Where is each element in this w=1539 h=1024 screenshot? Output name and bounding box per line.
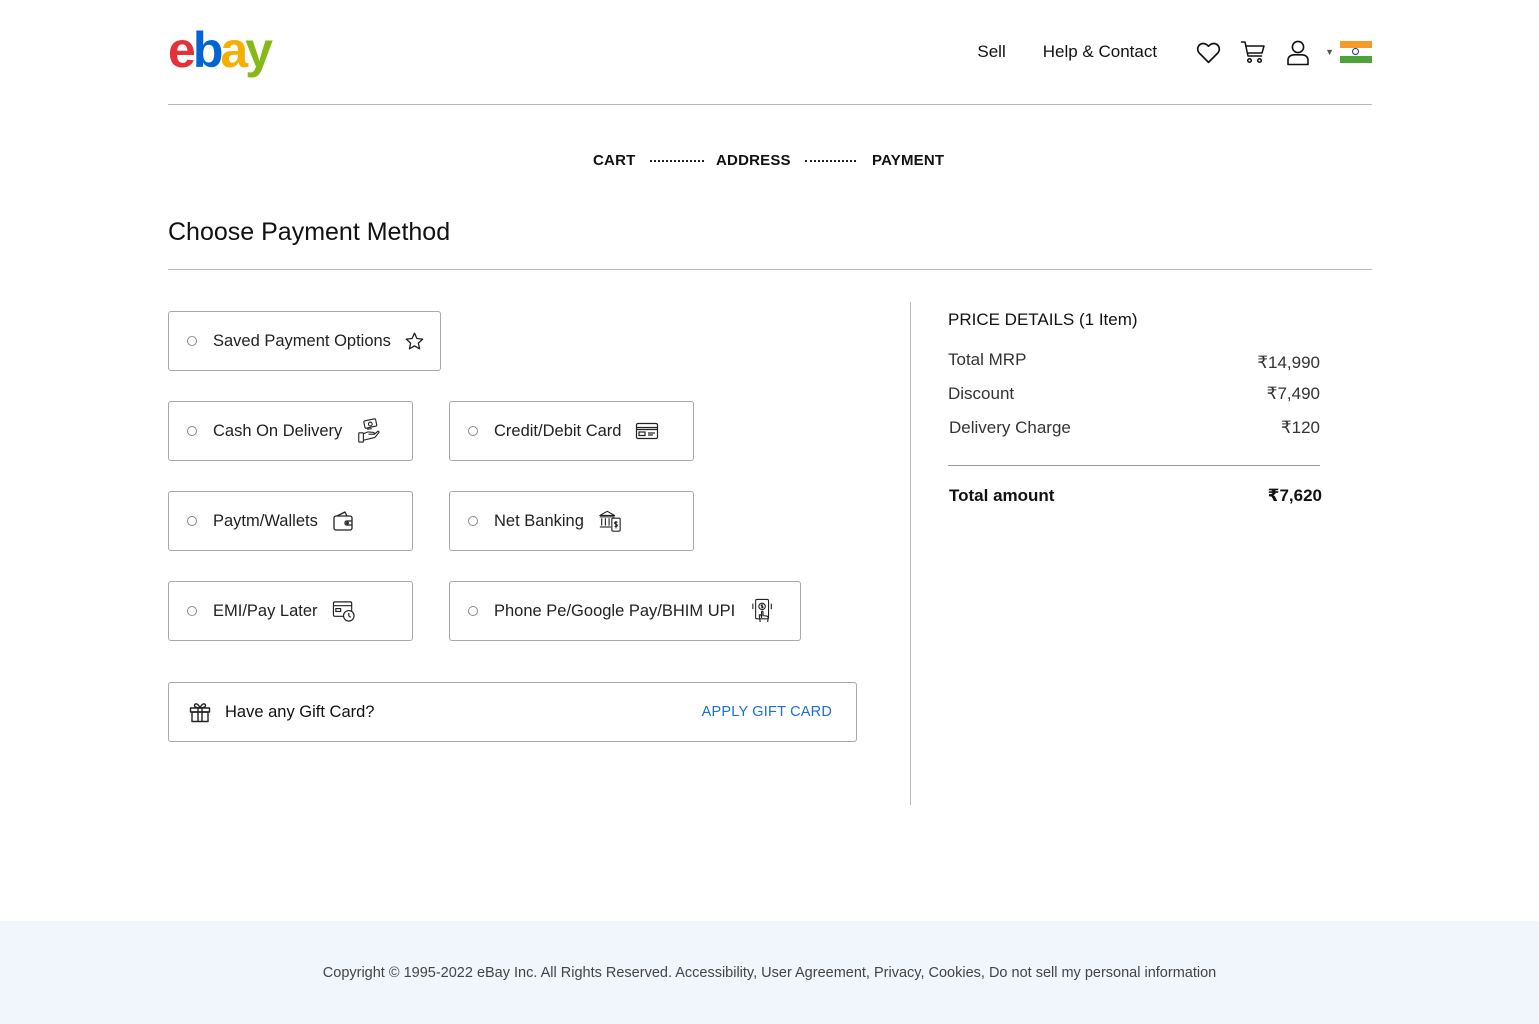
option-net-banking[interactable]: Net Banking — [449, 491, 694, 551]
step-connector — [805, 160, 856, 162]
option-label: Phone Pe/Google Pay/BHIM UPI — [494, 601, 736, 620]
price-details-title: PRICE DETAILS (1 Item) — [948, 310, 1138, 329]
option-label: Saved Payment Options — [213, 331, 391, 350]
price-value: ₹120 — [1280, 418, 1320, 437]
price-value: ₹7,490 — [1266, 384, 1320, 403]
step-connector — [650, 160, 704, 162]
site-header: ebay Sell Help & Contact ▼ — [168, 0, 1372, 105]
price-row-delivery-charge: Delivery Charge ₹120 — [948, 418, 1322, 452]
total-value: ₹7,620 — [1267, 486, 1322, 505]
radio-button[interactable] — [187, 606, 197, 616]
price-value: ₹14,990 — [1257, 353, 1320, 372]
option-paytm-wallets[interactable]: Paytm/Wallets — [168, 491, 413, 551]
total-label: Total amount — [949, 486, 1055, 505]
radio-button[interactable] — [468, 606, 478, 616]
page-title: Choose Payment Method — [168, 218, 451, 246]
credit-card-icon — [635, 419, 659, 443]
price-details: PRICE DETAILS (1 Item) Total MRP ₹14,990… — [948, 310, 1322, 510]
price-label: Total MRP — [948, 350, 1027, 369]
wallet-icon — [332, 509, 356, 533]
option-upi[interactable]: Phone Pe/Google Pay/BHIM UPI — [449, 581, 801, 641]
option-label: Cash On Delivery — [213, 421, 343, 440]
gift-card-box: Have any Gift Card? APPLY GIFT CARD — [168, 682, 857, 742]
price-label: Discount — [948, 384, 1015, 403]
radio-button[interactable] — [468, 426, 478, 436]
price-row-total-mrp: Total MRP ₹14,990 — [948, 350, 1322, 384]
header-nav: Sell Help & Contact ▼ — [977, 34, 1372, 70]
option-label: Paytm/Wallets — [213, 511, 318, 530]
phone-tap-icon — [751, 598, 775, 623]
sell-link[interactable]: Sell — [977, 42, 1005, 62]
radio-button[interactable] — [187, 426, 197, 436]
radio-button[interactable] — [187, 336, 197, 346]
card-clock-icon — [332, 599, 356, 623]
gift-icon — [189, 701, 211, 723]
radio-button[interactable] — [468, 516, 478, 526]
logo-letter-b: b — [192, 22, 223, 78]
step-payment[interactable]: PAYMENT — [872, 152, 944, 169]
logo-letter-a: a — [220, 22, 248, 78]
footer-copyright: Copyright © 1995-2022 eBay Inc. All Righ… — [322, 965, 1217, 981]
option-label: Net Banking — [494, 511, 584, 530]
star-icon — [403, 329, 427, 353]
option-cash-on-delivery[interactable]: Cash On Delivery — [168, 401, 413, 461]
checkout-steps: CART ADDRESS PAYMENT — [0, 152, 1539, 172]
radio-button[interactable] — [187, 516, 197, 526]
account-caret-icon[interactable]: ▼ — [1325, 47, 1334, 57]
ebay-logo[interactable]: ebay — [168, 22, 273, 78]
option-saved-payment[interactable]: Saved Payment Options — [168, 311, 441, 371]
site-footer: Copyright © 1995-2022 eBay Inc. All Righ… — [0, 921, 1539, 1024]
step-cart[interactable]: CART — [593, 152, 635, 169]
help-contact-link[interactable]: Help & Contact — [1043, 42, 1157, 62]
title-divider — [168, 269, 1372, 270]
gift-card-label: Have any Gift Card? — [225, 702, 375, 721]
cash-hand-icon — [356, 418, 380, 443]
column-divider — [910, 302, 911, 805]
india-flag-icon[interactable] — [1340, 41, 1372, 63]
logo-letter-e: e — [168, 22, 196, 78]
cart-icon[interactable] — [1239, 38, 1267, 66]
option-emi-pay-later[interactable]: EMI/Pay Later — [168, 581, 413, 641]
price-label: Delivery Charge — [949, 418, 1071, 437]
step-address[interactable]: ADDRESS — [716, 152, 791, 169]
option-label: Credit/Debit Card — [494, 421, 622, 440]
option-label: EMI/Pay Later — [213, 601, 318, 620]
heart-icon[interactable] — [1194, 38, 1222, 66]
logo-letter-y: y — [245, 22, 273, 78]
price-divider — [948, 465, 1320, 466]
bank-phone-icon — [598, 509, 622, 533]
price-row-total-amount: Total amount ₹7,620 — [948, 486, 1322, 510]
user-icon[interactable] — [1284, 38, 1312, 66]
apply-gift-card-button[interactable]: APPLY GIFT CARD — [702, 704, 832, 720]
price-row-discount: Discount ₹7,490 — [948, 384, 1322, 418]
option-credit-debit-card[interactable]: Credit/Debit Card — [449, 401, 694, 461]
